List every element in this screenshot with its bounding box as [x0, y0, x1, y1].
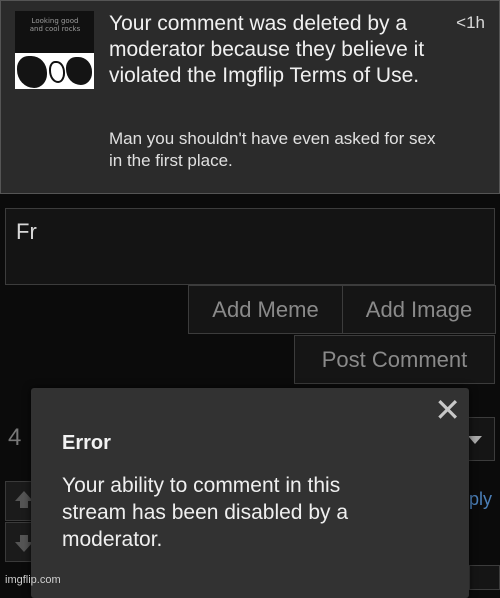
comment-input[interactable]: Fr [5, 208, 495, 285]
thumbnail-caption: Looking good and cool rocks [29, 17, 81, 33]
imgflip-watermark: imgflip.com [5, 574, 61, 586]
add-meme-button[interactable]: Add Meme [188, 285, 343, 334]
error-dialog: ✕ Error Your ability to comment in this … [31, 388, 469, 598]
vote-count: 4 [8, 424, 22, 451]
deleted-comment-text: Man you shouldn't have even asked for se… [109, 129, 436, 170]
post-comment-button[interactable]: Post Comment [294, 335, 495, 384]
add-image-button[interactable]: Add Image [342, 285, 496, 334]
reply-link[interactable]: ply [469, 489, 492, 510]
dialog-message: Your ability to comment in this stream h… [62, 474, 349, 551]
downvote-button[interactable] [5, 522, 33, 562]
meme-thumbnail: Looking good and cool rocks [15, 11, 94, 89]
deleted-comment-notification[interactable]: Looking good and cool rocks Your comment… [0, 0, 500, 194]
notification-title: Your comment was deleted by a moderator … [109, 12, 425, 87]
notification-time: <1h [456, 13, 485, 32]
upvote-button[interactable] [5, 481, 33, 521]
dialog-title: Error [62, 432, 111, 454]
close-icon[interactable]: ✕ [434, 394, 461, 426]
background-control [469, 565, 500, 590]
comment-input-text: Fr [16, 219, 37, 244]
